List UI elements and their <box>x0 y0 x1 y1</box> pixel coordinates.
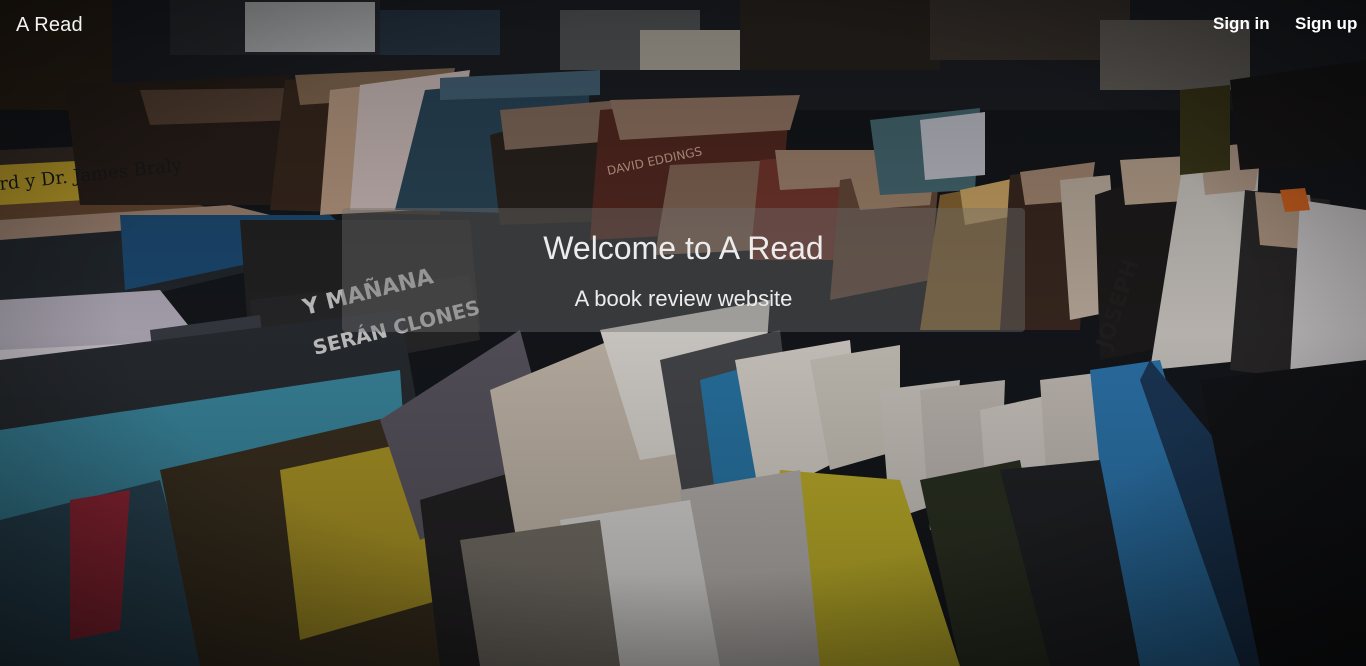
top-navbar: A Read Sign in Sign up <box>0 0 1366 52</box>
welcome-subtitle: A book review website <box>574 286 793 311</box>
sign-in-link[interactable]: Sign in <box>1213 14 1270 34</box>
landing-page: rd y Dr. James Braly Y MAÑANA SERÁN CLON… <box>0 0 1366 666</box>
brand-logo-link[interactable]: A Read <box>16 14 83 37</box>
welcome-title: Welcome to A Read <box>543 230 824 266</box>
welcome-banner: Welcome to A Read A book review website <box>342 208 1025 332</box>
bookshelf-background-image: rd y Dr. James Braly Y MAÑANA SERÁN CLON… <box>0 0 1366 666</box>
sign-up-link[interactable]: Sign up <box>1295 14 1357 34</box>
